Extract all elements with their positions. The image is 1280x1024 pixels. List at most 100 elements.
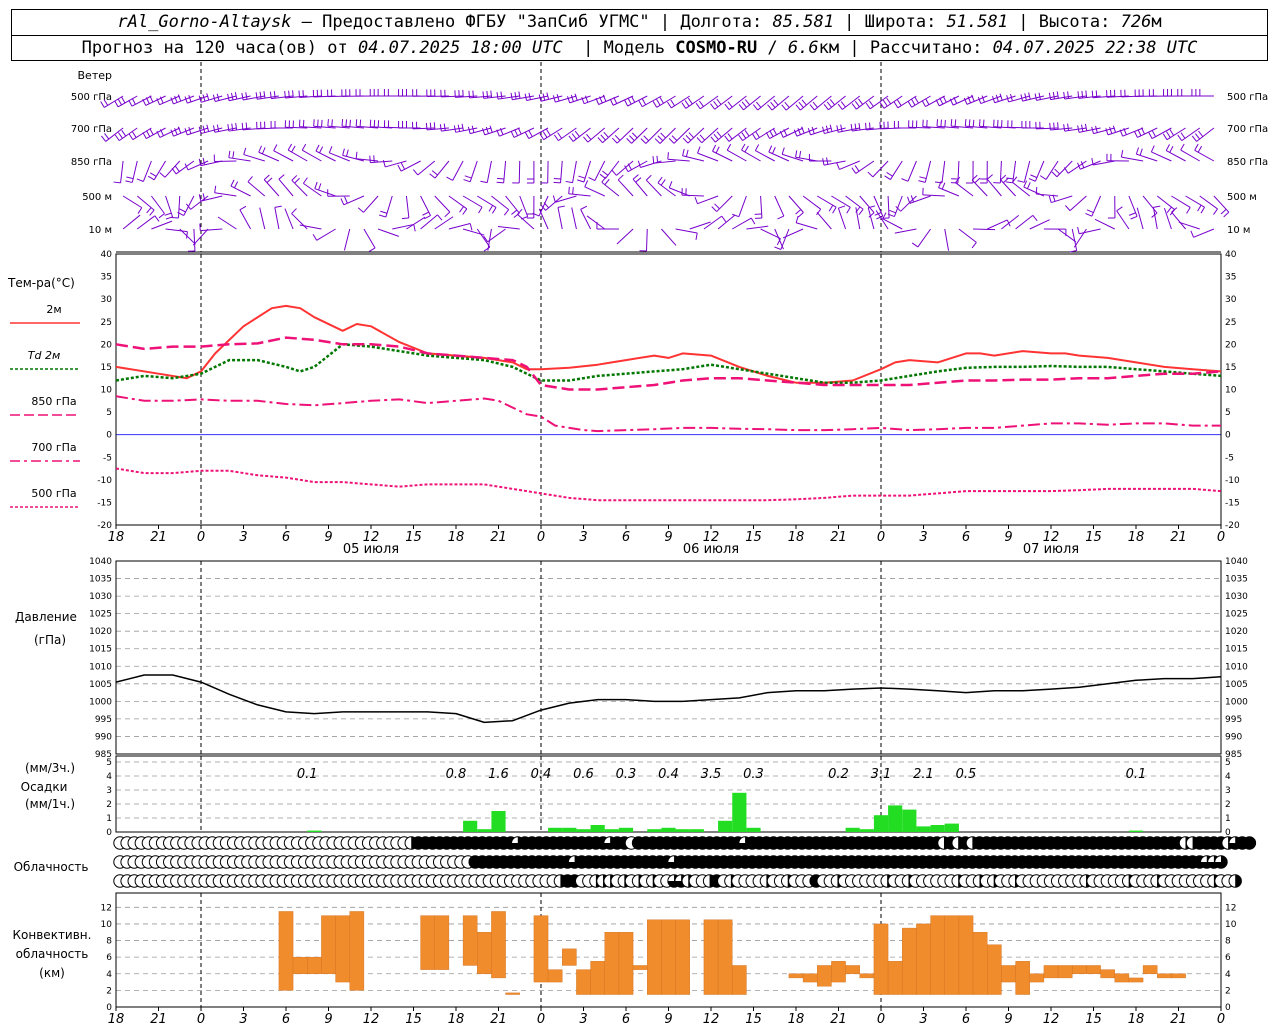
date-label: 05 июля: [343, 542, 399, 557]
wind-barb-feather: [1063, 124, 1066, 132]
pressure-ytick-right: 995: [1225, 715, 1242, 725]
wind-barb-feather: [1153, 205, 1161, 208]
wind-barb-feather: [247, 176, 253, 183]
wind-barb-feather: [1054, 168, 1061, 175]
wind-barb: [217, 216, 237, 230]
convective-bar: [817, 965, 832, 987]
conv-hour-label: 9: [1004, 1012, 1012, 1024]
conv-ytick-right: 4: [1225, 970, 1231, 980]
wind-barb-feather: [886, 172, 893, 177]
wind-barb-feather: [1177, 134, 1183, 141]
wind-level-label-left: 850 гПа: [71, 157, 112, 168]
wind-barb-feather: [868, 100, 874, 107]
wind-barb-feather: [1026, 182, 1031, 189]
wind-barb: [434, 216, 454, 230]
convective-bar: [292, 956, 308, 974]
temp-hour-label: 6: [962, 530, 970, 545]
wind-barb-feather: [230, 179, 235, 187]
wind-barb-feather: [781, 104, 787, 111]
wind-barb-feather: [682, 148, 685, 156]
wind-barb-feather: [754, 144, 760, 151]
wind-barb-feather: [721, 215, 727, 223]
temp-hour-label: 3: [579, 530, 587, 545]
wind-barb-feather: [245, 92, 248, 100]
precip-bar: [888, 805, 903, 832]
wind-barb-feather: [940, 119, 942, 127]
wind-barb-feather: [795, 104, 801, 111]
temp-ytick-left: -5: [103, 453, 112, 463]
wind-barb-feather: [823, 104, 829, 111]
precip-bar: [873, 815, 889, 832]
temp-ytick-left: -10: [97, 476, 112, 486]
convective-bar: [278, 911, 294, 991]
precip-bar: [746, 827, 761, 832]
wind-barb: [882, 218, 903, 230]
temp-hour-label: 3: [919, 530, 927, 545]
wind-barb-feather: [713, 100, 719, 108]
temp-hour-label: 9: [1004, 530, 1012, 545]
temp-ytick-left: 20: [101, 340, 113, 350]
conv-hour-label: 0: [197, 1012, 205, 1024]
wind-barb-feather: [971, 242, 977, 249]
conv-ytick-right: 6: [1225, 953, 1231, 963]
date-label: 07 июля: [1023, 542, 1079, 557]
wind-barb-feather: [234, 181, 239, 189]
wind-barb-feather: [586, 133, 592, 140]
wind-barb: [788, 195, 804, 213]
wind-barb-feather: [546, 129, 551, 136]
wind-barb-feather: [1169, 146, 1174, 153]
wind-barb-feather: [1151, 130, 1157, 137]
wind-barb-feather: [981, 95, 985, 103]
temp-panel-frame: [115, 253, 1222, 526]
temp-ytick-left: 30: [101, 295, 113, 305]
wind-barb: [922, 194, 945, 197]
pressure-ytick-right: 1035: [1225, 575, 1248, 585]
wind-barb-feather: [114, 100, 119, 108]
wind-barb-feather: [1137, 129, 1142, 136]
pressure-ytick-right: 1010: [1225, 662, 1248, 672]
wind-barb: [1094, 218, 1115, 230]
wind-barb-feather: [697, 146, 701, 154]
pressure-ytick-left: 1035: [89, 575, 112, 585]
wind-barb: [716, 195, 733, 212]
wind-barb-feather: [578, 175, 586, 179]
convective-bar: [505, 992, 520, 995]
wind-barb-feather: [688, 132, 695, 139]
conv-hour-label: 9: [664, 1012, 672, 1024]
wind-barb: [448, 222, 471, 230]
wind-barb: [1199, 195, 1218, 210]
wind-barb-feather: [687, 97, 693, 105]
wind-barb: [136, 215, 156, 230]
temp-hour-label: 3: [239, 530, 247, 545]
wind-barb-feather: [889, 209, 896, 214]
wind-barb-feather: [600, 134, 606, 141]
pressure-ytick-left: 1010: [89, 662, 112, 672]
wind-barb-feather: [113, 181, 121, 184]
wind-barb-feather: [682, 137, 689, 144]
wind-barb-feather: [781, 147, 785, 155]
wind-barb-feather: [822, 158, 825, 166]
wind-barb-feather: [341, 119, 344, 127]
precip-bar: [576, 829, 591, 832]
wind-barb-feather: [1035, 187, 1038, 195]
wind-barb-feather: [711, 206, 718, 212]
precip-3h-label: 0.1: [1126, 767, 1147, 782]
wind-barb-feather: [604, 178, 610, 186]
wind-barb-feather: [472, 90, 474, 98]
convective-bar: [590, 961, 605, 995]
temperature-panel: 40 4035 3530 3025 2520 2015 1510 105 50 0-5 -5-10-…: [7, 250, 1240, 557]
date-label: 06 июля: [683, 542, 739, 557]
wind-barb: [971, 179, 988, 197]
wind-barb: [1012, 181, 1031, 197]
pressure-line: [115, 674, 1222, 724]
wind-barb-feather: [795, 209, 802, 215]
wind-barb-feather: [234, 92, 238, 100]
wind-barb: [1073, 228, 1087, 248]
wind-barb-feather: [755, 131, 760, 138]
wind-barb: [291, 213, 308, 230]
temp-hour-label: 6: [282, 530, 290, 545]
precip-3h-label: 0.4: [658, 767, 679, 782]
wind-barb: [938, 187, 960, 197]
convective-bar: [434, 915, 450, 970]
wind-barb-feather: [694, 196, 698, 204]
